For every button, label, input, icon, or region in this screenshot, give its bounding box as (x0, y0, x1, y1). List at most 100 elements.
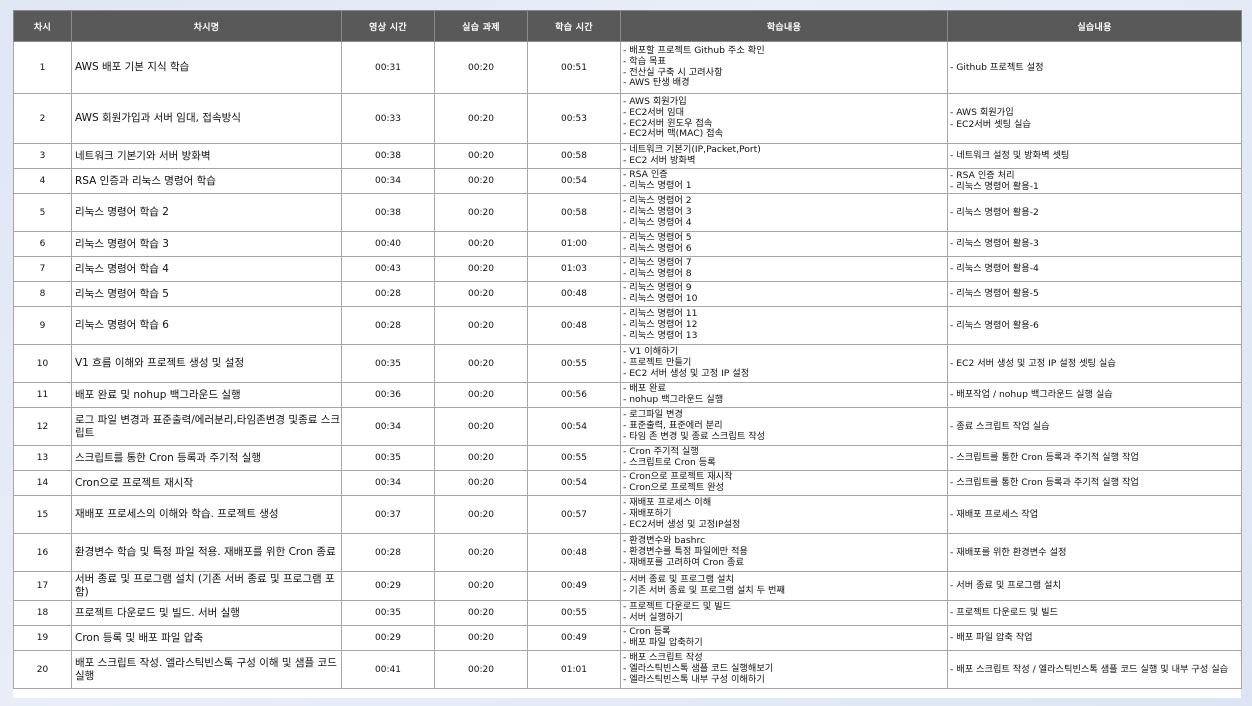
row-practice: - 네트워크 설정 및 방화벽 셋팅 (947, 143, 1242, 169)
row-practice-task: 00:20 (434, 41, 528, 94)
row-video-time: 00:36 (341, 382, 435, 408)
table-row: 9 리눅스 명령어 학습 6 00:28 00:20 00:48- 리눅스 명령어 11… (13, 306, 1242, 345)
row-contents: - 리눅스 명령어 11- 리눅스 명령어 12- 리눅스 명령어 13 (620, 306, 948, 345)
row-title: 서버 종료 및 프로그램 설치 (기존 서버 종료 및 프로그램 포함) (71, 571, 342, 601)
row-video-time: 00:33 (341, 93, 435, 144)
row-number: 10 (13, 344, 72, 383)
row-number: 1 (13, 41, 72, 94)
row-practice: - EC2 서버 생성 및 고정 IP 설정 셋팅 실습 (947, 344, 1242, 383)
row-practice: - Github 프로젝트 설정 (947, 41, 1242, 94)
row-video-time: 00:28 (341, 306, 435, 345)
table-row: 20 배포 스크립트 작성. 엘라스틱빈스톡 구성 이해 및 샘플 코드 실행 00… (13, 650, 1242, 689)
row-practice-task: 00:20 (434, 650, 528, 689)
row-title: 리눅스 명령어 학습 6 (71, 306, 342, 345)
table-row: 14 Cron으로 프로젝트 재시작 00:34 00:20 00:54- Cron으로… (13, 470, 1242, 496)
row-video-time: 00:38 (341, 143, 435, 169)
practice-item: - 네트워크 설정 및 방화벽 셋팅 (950, 150, 1070, 162)
row-contents: - V1 이해하기 - 프로젝트 만들기 - EC2 서버 생성 및 고정 IP 설… (620, 344, 948, 383)
header-title: 차시명 (71, 10, 342, 42)
row-study-time: 01:03 (527, 256, 621, 282)
practice-item: - 리눅스 명령어 활용-1 (950, 181, 1039, 192)
row-practice: - 리눅스 명령어 활용-6 (947, 306, 1242, 345)
header-practice-task: 실습 과제 (434, 10, 528, 42)
row-video-time: 00:29 (341, 625, 435, 651)
row-practice: - 배포작업 / nohup 백그라운드 실행 실습 (947, 382, 1242, 408)
contents-item: - 배포할 프로젝트 Github 주소 확인 (623, 45, 765, 57)
practice-item: - 리눅스 명령어 활용-2 (950, 206, 1039, 218)
row-study-time: 00:58 (527, 143, 621, 169)
row-title: 환경변수 학습 및 특정 파일 적용. 재배포를 위한 Cron 종료 (71, 533, 342, 572)
row-title: 리눅스 명령어 학습 3 (71, 231, 342, 257)
header-contents: 학습내용 (620, 10, 948, 42)
table-row: 13 스크립트를 통한 Cron 등록과 주기적 실행 00:35 00:20 00:5… (13, 445, 1242, 471)
contents-item: - EC2 서버 방화벽 (623, 155, 696, 166)
practice-item: - 리눅스 명령어 활용-5 (950, 288, 1039, 300)
row-practice: - 리눅스 명령어 활용-5 (947, 281, 1242, 307)
contents-item: - 기존 서버 종료 및 프로그램 설치 두 번째 (623, 585, 785, 596)
header-video-time: 영상 시간 (341, 10, 435, 42)
row-contents: - RSA 인증 - 리눅스 명령어 1 (620, 168, 948, 194)
row-title: Cron 등록 및 배포 파일 압축 (71, 625, 342, 651)
row-practice-task: 00:20 (434, 143, 528, 169)
row-number: 8 (13, 281, 72, 307)
practice-item: - 프로젝트 다운로드 및 빌드 (950, 607, 1058, 619)
header-practice: 실습내용 (947, 10, 1242, 42)
row-practice-task: 00:20 (434, 306, 528, 345)
row-practice: - 서버 종료 및 프로그램 설치 (947, 571, 1242, 601)
table-row: 19 Cron 등록 및 배포 파일 압축 00:29 00:20 00:49- Cro… (13, 625, 1242, 651)
practice-item: - EC2 서버 생성 및 고정 IP 설정 셋팅 실습 (950, 357, 1116, 369)
row-number: 13 (13, 445, 72, 471)
practice-item: - RSA 인증 처리 (950, 169, 1015, 181)
table-row: 5 리눅스 명령어 학습 2 00:38 00:20 00:58- 리눅스 명령어 2-… (13, 193, 1242, 232)
row-practice: - 종료 스크립트 작업 실습 (947, 407, 1242, 446)
practice-item: - 스크립트를 통한 Cron 등록과 주기적 실행 작업 (950, 452, 1139, 464)
row-contents: - 리눅스 명령어 2- 리눅스 명령어 3- 리눅스 명령어 4 (620, 193, 948, 232)
contents-item: - 엘라스틱빈스톡 내부 구성 이해하기 (623, 673, 765, 685)
row-number: 19 (13, 625, 72, 651)
row-study-time: 00:51 (527, 41, 621, 94)
contents-item: - 서버 실행하기 (623, 612, 683, 623)
contents-item: - AWS 탄생 배경 (623, 77, 690, 89)
table-row: 15 재배포 프로세스의 이해와 학습. 프로젝트 생성 00:37 00:20 00:… (13, 495, 1242, 534)
row-study-time: 00:58 (527, 193, 621, 232)
row-contents: - 로그파일 변경 - 표준출력, 표준에러 분리 - 타임 존 변경 및 종료 스… (620, 407, 948, 446)
row-practice-task: 00:20 (434, 625, 528, 651)
row-practice: - 리눅스 명령어 활용-2 (947, 193, 1242, 232)
row-practice-task: 00:20 (434, 256, 528, 282)
row-practice-task: 00:20 (434, 495, 528, 534)
row-contents: - 환경변수와 bashrc - 환경변수를 특정 파일에만 적용 - 재배포를 고… (620, 533, 948, 572)
contents-item: - 리눅스 명령어 4 (623, 216, 692, 228)
row-video-time: 00:43 (341, 256, 435, 282)
row-video-time: 00:34 (341, 407, 435, 446)
header-study-time: 학습 시간 (527, 10, 621, 42)
row-practice: - AWS 회원가입 - EC2서버 셋팅 실습 (947, 93, 1242, 144)
table-row: 4 RSA 인증과 리눅스 명령어 학습 00:34 00:20 00:54- RSA … (13, 168, 1242, 194)
row-video-time: 00:29 (341, 571, 435, 601)
row-practice-task: 00:20 (434, 571, 528, 601)
row-contents: - 배포 완료 - nohup 백그라운드 실행 (620, 382, 948, 408)
row-number: 20 (13, 650, 72, 689)
row-practice-task: 00:20 (434, 344, 528, 383)
row-study-time: 00:55 (527, 344, 621, 383)
row-practice: - 스크립트를 통한 Cron 등록과 주기적 실행 작업 (947, 470, 1242, 496)
row-title: 리눅스 명령어 학습 5 (71, 281, 342, 307)
practice-item: - 재배포 프로세스 작업 (950, 508, 1039, 520)
row-practice: - 스크립트를 통한 Cron 등록과 주기적 실행 작업 (947, 445, 1242, 471)
practice-item: - 서버 종료 및 프로그램 설치 (950, 580, 1061, 592)
row-contents: - 배포 스크립트 작성 - 엘라스틱빈스톡 샘플 코드 실행해보기 - 엘라스틱빈… (620, 650, 948, 689)
row-study-time: 00:48 (527, 306, 621, 345)
row-practice: - 리눅스 명령어 활용-3 (947, 231, 1242, 257)
row-number: 3 (13, 143, 72, 169)
practice-item: - 리눅스 명령어 활용-3 (950, 238, 1039, 250)
practice-item: - EC2서버 셋팅 실습 (950, 118, 1031, 130)
table-row: 18 프로젝트 다운로드 및 빌드. 서버 실행 00:35 00:20 00:55- … (13, 600, 1242, 626)
practice-item: - AWS 회원가입 (950, 107, 1014, 119)
practice-item: - 배포작업 / nohup 백그라운드 실행 실습 (950, 389, 1113, 401)
row-practice: - 배포 파일 압축 작업 (947, 625, 1242, 651)
row-study-time: 00:54 (527, 470, 621, 496)
row-video-time: 00:34 (341, 168, 435, 194)
row-number: 17 (13, 571, 72, 601)
row-title: 스크립트를 통한 Cron 등록과 주기적 실행 (71, 445, 342, 471)
contents-item: - 리눅스 명령어 1 (623, 180, 692, 191)
practice-item: - 리눅스 명령어 활용-6 (950, 319, 1039, 331)
